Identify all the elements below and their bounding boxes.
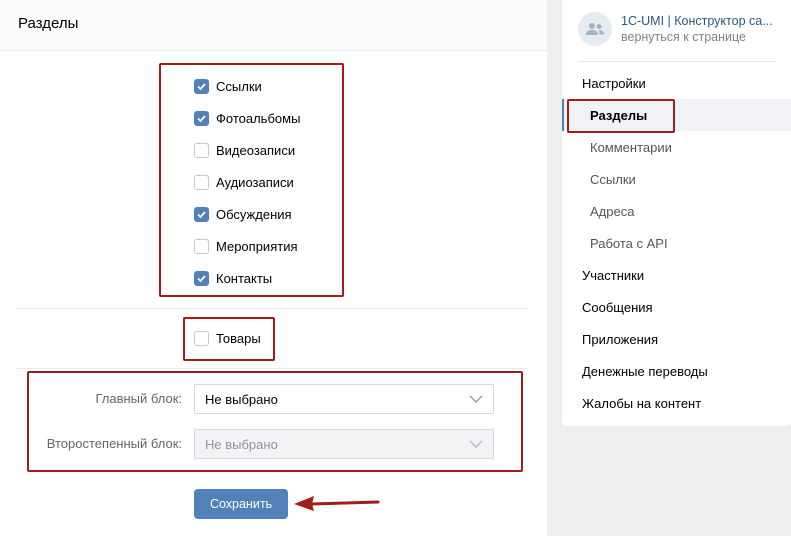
sidebar-item-settings[interactable]: Настройки [562, 67, 791, 99]
secondary-block-label: Второстепенный блок: [46, 436, 182, 451]
secondary-block-value: Не выбрано [205, 436, 278, 452]
section-checkbox-row[interactable]: Видеозаписи [194, 134, 300, 166]
sidebar-item-comments[interactable]: Комментарии [562, 131, 791, 163]
section-checkbox-label: Видеозаписи [216, 142, 296, 158]
main-panel: Разделы Ссылки Фотоальбомы Видеозаписи А… [0, 0, 547, 536]
checkbox-icon[interactable] [194, 142, 209, 158]
sidebar-item-apps[interactable]: Приложения [562, 323, 791, 355]
save-button[interactable]: Сохранить [194, 489, 288, 519]
divider [17, 368, 527, 369]
section-checkbox-label: Ссылки [216, 78, 262, 94]
sidebar: 1С-UMI | Конструктор са... вернуться к с… [562, 0, 791, 426]
section-checkbox-label: Аудиозаписи [216, 174, 294, 190]
main-block-label: Главный блок: [95, 391, 182, 406]
section-checkbox-row[interactable]: Ссылки [194, 70, 300, 102]
main-block-value: Не выбрано [205, 391, 278, 407]
checkbox-icon[interactable] [194, 174, 209, 190]
checkbox-icon[interactable] [194, 110, 209, 126]
section-checkbox-row[interactable]: Мероприятия [194, 230, 300, 262]
avatar [578, 12, 612, 46]
checkbox-icon[interactable] [194, 238, 209, 254]
sidebar-item-content-reports[interactable]: Жалобы на контент [562, 387, 791, 419]
chevron-down-icon [469, 395, 483, 403]
goods-checkbox-row[interactable]: Товары [194, 322, 261, 354]
sidebar-item-members[interactable]: Участники [562, 259, 791, 291]
divider [17, 308, 527, 309]
checkbox-icon[interactable] [194, 206, 209, 222]
community-header[interactable]: 1С-UMI | Конструктор са... вернуться к с… [578, 12, 781, 46]
section-checkbox-row[interactable]: Контакты [194, 262, 300, 294]
community-name[interactable]: 1С-UMI | Конструктор са... [621, 14, 781, 28]
section-checkbox-label: Контакты [216, 270, 273, 286]
sidebar-item-api[interactable]: Работа с API [562, 227, 791, 259]
section-checkbox-row[interactable]: Фотоальбомы [194, 102, 300, 134]
sidebar-item-money-transfers[interactable]: Денежные переводы [562, 355, 791, 387]
secondary-block-select[interactable]: Не выбрано [194, 429, 494, 459]
section-checkbox-row[interactable]: Аудиозаписи [194, 166, 300, 198]
divider [578, 61, 776, 62]
page-title: Разделы [0, 0, 547, 51]
users-icon [586, 23, 604, 35]
checkbox-icon[interactable] [194, 270, 209, 286]
chevron-down-icon [469, 440, 483, 448]
sidebar-item-messages[interactable]: Сообщения [562, 291, 791, 323]
goods-checkbox: Товары [194, 322, 261, 354]
goods-checkbox-label: Товары [216, 330, 261, 346]
main-block-select[interactable]: Не выбрано [194, 384, 494, 414]
section-checkbox-label: Обсуждения [216, 206, 292, 222]
sections-checklist: Ссылки Фотоальбомы Видеозаписи Аудиозапи… [194, 70, 300, 294]
arrow-left-icon [294, 496, 380, 511]
section-checkbox-label: Мероприятия [216, 238, 298, 254]
sidebar-item-links[interactable]: Ссылки [562, 163, 791, 195]
checkbox-icon[interactable] [194, 78, 209, 94]
section-checkbox-label: Фотоальбомы [216, 110, 301, 126]
sidebar-item-sections[interactable]: Разделы [562, 99, 791, 131]
sidebar-item-addresses[interactable]: Адреса [562, 195, 791, 227]
checkbox-icon[interactable] [194, 330, 209, 346]
section-checkbox-row[interactable]: Обсуждения [194, 198, 300, 230]
back-link[interactable]: вернуться к странице [621, 30, 781, 44]
